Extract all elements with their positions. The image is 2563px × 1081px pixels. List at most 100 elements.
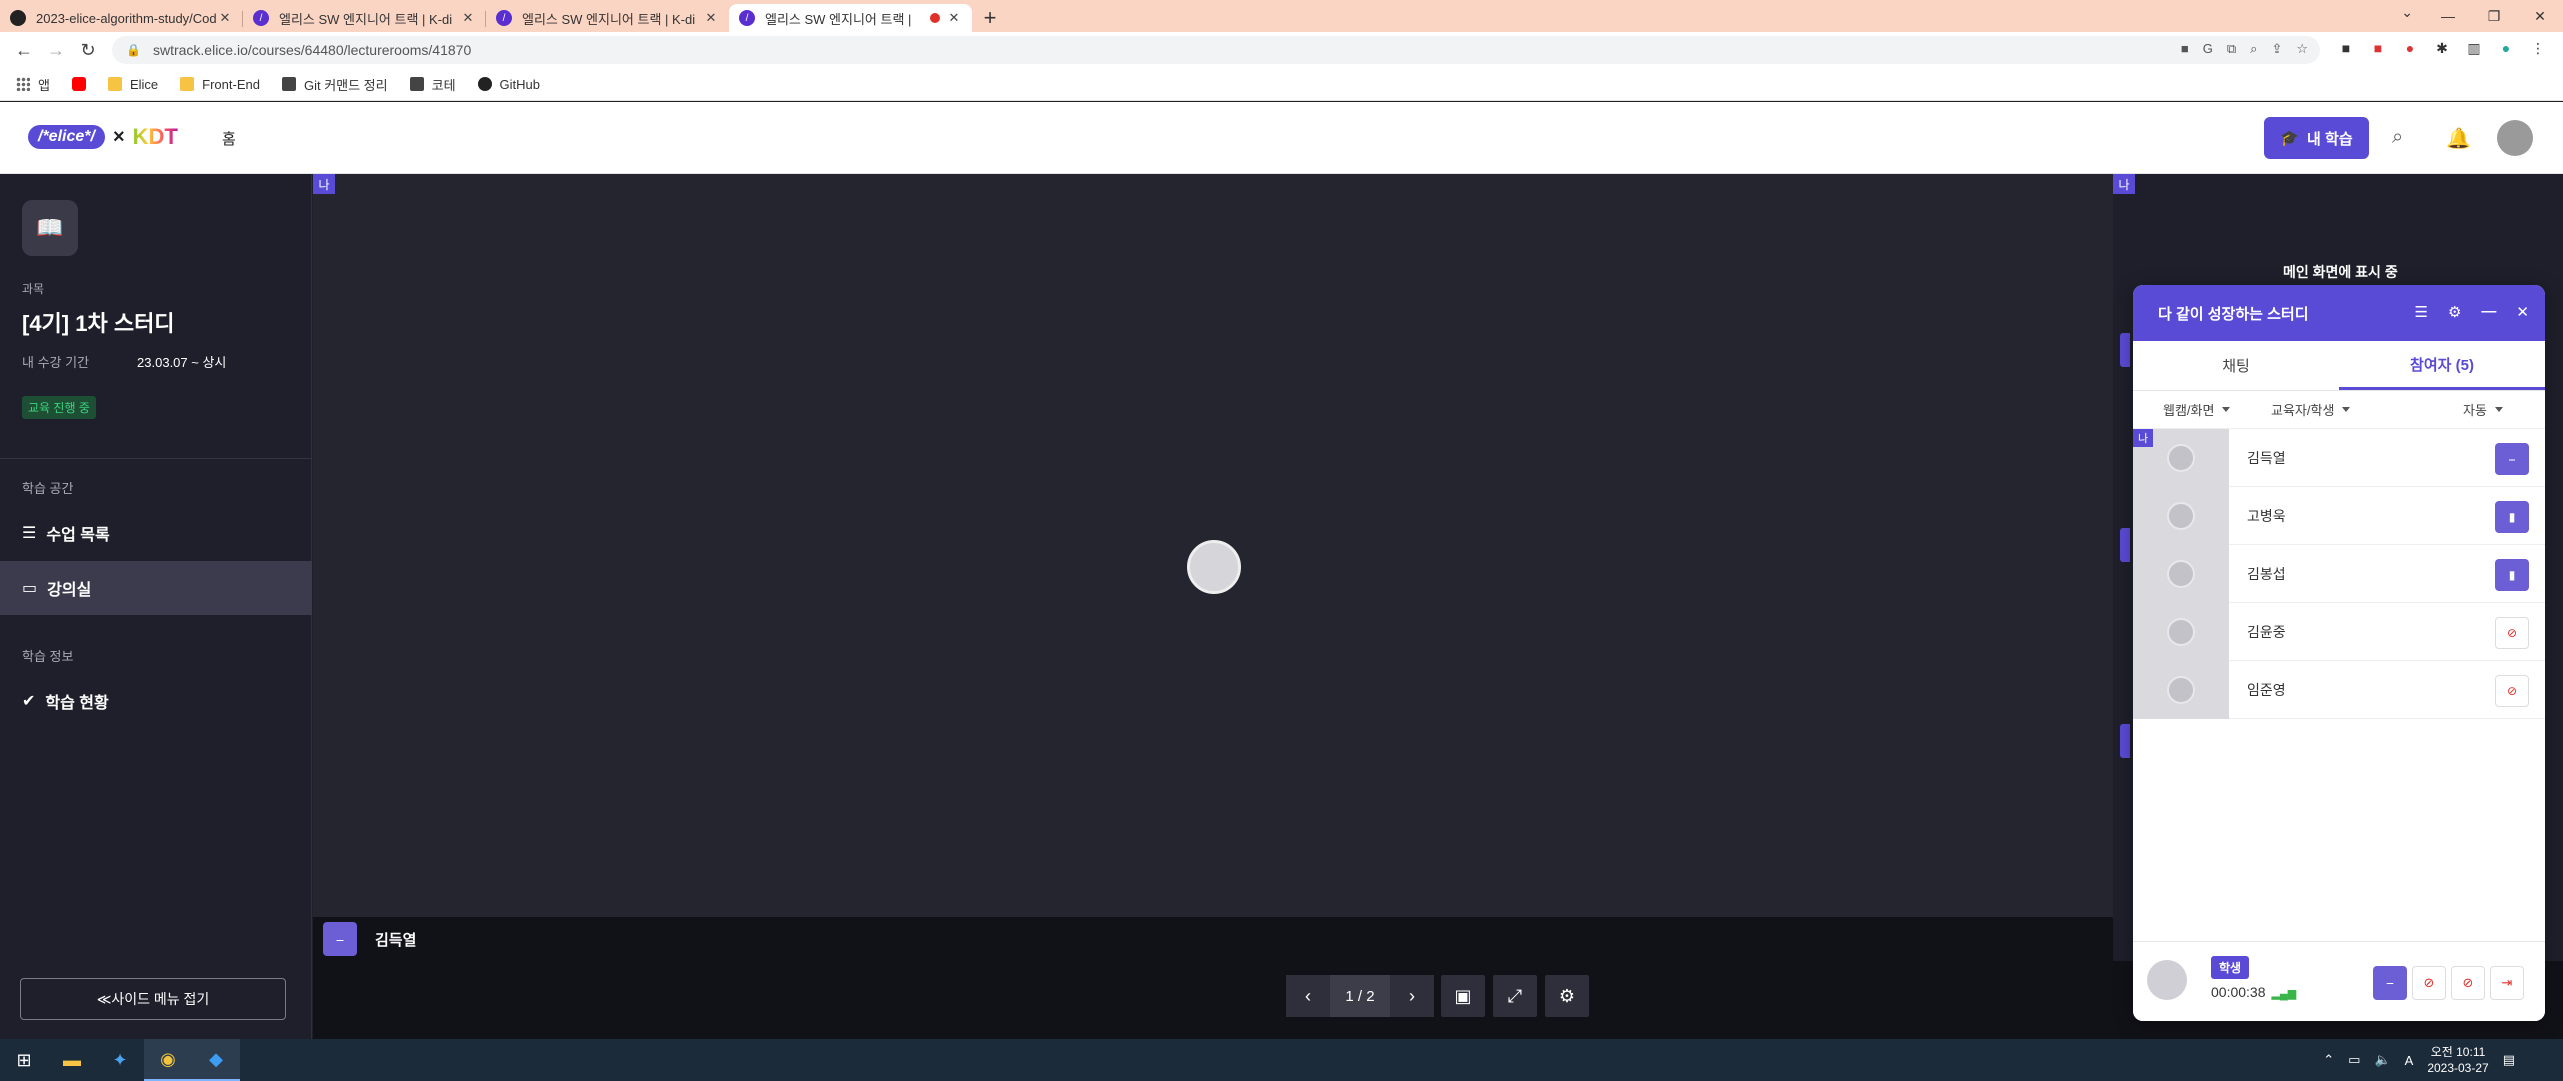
layout-toggle-icon[interactable]: ▣ — [1441, 975, 1485, 1017]
settings-gear-icon[interactable]: ⚙ — [1545, 975, 1589, 1017]
bookmark-label: 코테 — [431, 77, 456, 93]
chevron-right-icon[interactable]: › — [1390, 975, 1434, 1017]
notification-icon[interactable]: ▤ — [2503, 1052, 2515, 1068]
menu-dots-icon[interactable]: ⋮ — [2528, 40, 2548, 57]
file-explorer-icon[interactable]: ▬ — [48, 1039, 96, 1081]
collapse-sidebar-button[interactable]: ≪사이드 메뉴 접기 — [20, 978, 286, 1020]
mic-off-icon[interactable]: ⊘ — [2495, 617, 2529, 649]
thumbnail-tile[interactable] — [2120, 528, 2130, 562]
tab-title: 엘리스 SW 엔지니어 트랙 | — [765, 11, 912, 27]
main-screen-label: 메인 화면에 표시 중 — [2283, 264, 2398, 280]
participant-row[interactable]: 김봉섭 ▮ — [2133, 544, 2545, 603]
close-icon[interactable]: ✕ — [217, 10, 233, 26]
tab-search-icon[interactable]: ⌄ — [2401, 4, 2413, 21]
chevron-up-icon[interactable]: ⌃ — [2323, 1052, 2334, 1068]
browser-tab[interactable]: 2023-elice-algorithm-study/Cod ✕ — [0, 4, 243, 32]
me-tag: 나 — [2133, 429, 2153, 447]
open-in-app-icon[interactable]: ⧉ — [2227, 41, 2236, 57]
bell-icon[interactable]: 🔔 — [2446, 126, 2471, 151]
bookmark-star-icon[interactable]: ☆ — [2296, 41, 2308, 57]
bookmark-youtube[interactable] — [71, 77, 86, 91]
vscode-icon[interactable]: ◆ — [192, 1039, 240, 1081]
media-filter-dropdown[interactable]: 웹캠/화면 — [2163, 400, 2230, 419]
mic-toggle-button[interactable]: ⎯ — [2373, 966, 2407, 1000]
share-icon[interactable]: ⇪ — [2271, 41, 2282, 57]
bookmark-frontend[interactable]: Front-End — [180, 77, 260, 92]
zoom-icon[interactable]: ⌕ — [2250, 41, 2257, 57]
role-filter-dropdown[interactable]: 교육자/학생 — [2271, 400, 2350, 419]
browser-tab[interactable]: / 엘리스 SW 엔지니어 트랙 | K-di ✕ — [486, 4, 729, 32]
reload-icon[interactable]: ↻ — [72, 40, 104, 61]
close-icon[interactable]: ✕ — [703, 10, 719, 26]
browser-tab-active[interactable]: / 엘리스 SW 엔지니어 트랙 | ✕ — [729, 4, 972, 32]
course-sidebar: 📖 과목 [4기] 1차 스터디 내 수강 기간 23.03.07 ~ 상시 교육… — [0, 174, 312, 1039]
chrome-icon[interactable]: ◉ — [144, 1039, 192, 1081]
session-timer: 00:00:38 ▂▄▆ — [2211, 984, 2296, 1000]
close-icon[interactable]: ✕ — [460, 10, 476, 26]
url-field[interactable]: 🔒 swtrack.elice.io/courses/64480/lecture… — [112, 36, 2320, 64]
new-tab-button[interactable]: + — [972, 4, 1008, 32]
extension-icon[interactable]: ● — [2400, 40, 2420, 57]
sidebar-item-class-list[interactable]: ☰ 수업 목록 — [0, 506, 312, 560]
search-icon[interactable]: ⌕ — [2392, 126, 2403, 149]
bookmark-elice[interactable]: Elice — [107, 77, 158, 92]
sidebar-item-lecture-room[interactable]: ▭ 강의실 — [0, 561, 312, 615]
participant-row[interactable]: 김윤중 ⊘ — [2133, 602, 2545, 661]
bookmark-apps[interactable]: 앱 — [16, 75, 50, 94]
fullscreen-icon[interactable]: ⤢ — [1493, 975, 1537, 1017]
user-avatar[interactable] — [2497, 120, 2533, 156]
participant-row[interactable]: 임준영 ⊘ — [2133, 660, 2545, 719]
network-icon[interactable]: ▭ — [2348, 1052, 2360, 1068]
sort-dropdown[interactable]: 자동 — [2463, 400, 2503, 419]
bookmark-coding-test[interactable]: 코테 — [409, 75, 456, 94]
tab-chat[interactable]: 채팅 — [2133, 341, 2339, 390]
course-label: 과목 — [22, 282, 45, 296]
window-close-icon[interactable]: ✕ — [2517, 0, 2563, 32]
mic-on-icon: ⎯ — [323, 922, 357, 956]
volume-icon[interactable]: 🔈 — [2374, 1052, 2390, 1068]
tab-participants[interactable]: 참여자 (5) — [2339, 341, 2545, 390]
elice-kdt-logo[interactable]: /*elice*/ × KDT — [28, 124, 178, 150]
camera-icon[interactable]: ■ — [2181, 41, 2189, 57]
forward-icon[interactable]: → — [40, 40, 72, 61]
bookmark-git[interactable]: Git 커맨드 정리 — [281, 75, 388, 94]
thumbnail-tile[interactable] — [2120, 724, 2130, 758]
mic-on-icon[interactable]: ⎯ — [2495, 443, 2529, 475]
mic-on-icon[interactable]: ▮ — [2495, 501, 2529, 533]
minimize-icon[interactable]: — — [2481, 303, 2496, 321]
ime-indicator[interactable]: A — [2405, 1053, 2414, 1068]
twitter-icon[interactable]: ✦ — [96, 1039, 144, 1081]
mic-off-icon[interactable]: ⊘ — [2495, 675, 2529, 707]
google-icon[interactable]: G — [2203, 41, 2213, 57]
close-icon[interactable]: ✕ — [946, 10, 962, 26]
sidepanel-icon[interactable]: ▥ — [2464, 40, 2484, 57]
section-label: 학습 공간 — [22, 481, 74, 496]
sidebar-item-progress[interactable]: ✔ 학습 현황 — [0, 674, 312, 728]
leave-icon[interactable]: ⇥ — [2490, 966, 2524, 1000]
profile-icon[interactable]: ● — [2496, 40, 2516, 57]
gear-icon[interactable]: ⚙ — [2448, 303, 2461, 321]
camera-off-button[interactable]: ⊘ — [2412, 966, 2446, 1000]
extension-icon[interactable]: ■ — [2336, 40, 2356, 57]
mic-on-icon[interactable]: ▮ — [2495, 559, 2529, 591]
bookmark-github[interactable]: GitHub — [477, 77, 540, 92]
extension-icon[interactable]: ■ — [2368, 40, 2388, 57]
windows-start-icon[interactable]: ⊞ — [0, 1039, 48, 1081]
browser-tab[interactable]: / 엘리스 SW 엔지니어 트랙 | K-di ✕ — [243, 4, 486, 32]
puzzle-icon[interactable]: ✱ — [2432, 40, 2452, 57]
participant-row[interactable]: 나 김득열 ⎯ — [2133, 428, 2545, 487]
clock[interactable]: 오전 10:11 2023-03-27 — [2427, 1044, 2488, 1076]
main-video-stage[interactable]: 나 — [313, 174, 2113, 917]
participant-row[interactable]: 고병욱 ▮ — [2133, 486, 2545, 545]
screen-share-off-button[interactable]: ⊘ — [2451, 966, 2485, 1000]
chevron-left-icon[interactable]: ‹ — [1286, 975, 1330, 1017]
my-learning-button[interactable]: 🎓 내 학습 — [2264, 117, 2369, 159]
signal-icon: ▂▄▆ — [2271, 988, 2297, 1000]
home-link[interactable]: 홈 — [222, 128, 236, 149]
hamburger-menu-icon[interactable]: ☰ — [2415, 303, 2428, 321]
back-icon[interactable]: ← — [8, 40, 40, 61]
close-icon[interactable]: ✕ — [2516, 303, 2529, 321]
thumbnail-tile[interactable] — [2120, 333, 2130, 367]
restore-icon[interactable]: ❐ — [2471, 0, 2517, 32]
minimize-icon[interactable]: — — [2425, 0, 2471, 32]
